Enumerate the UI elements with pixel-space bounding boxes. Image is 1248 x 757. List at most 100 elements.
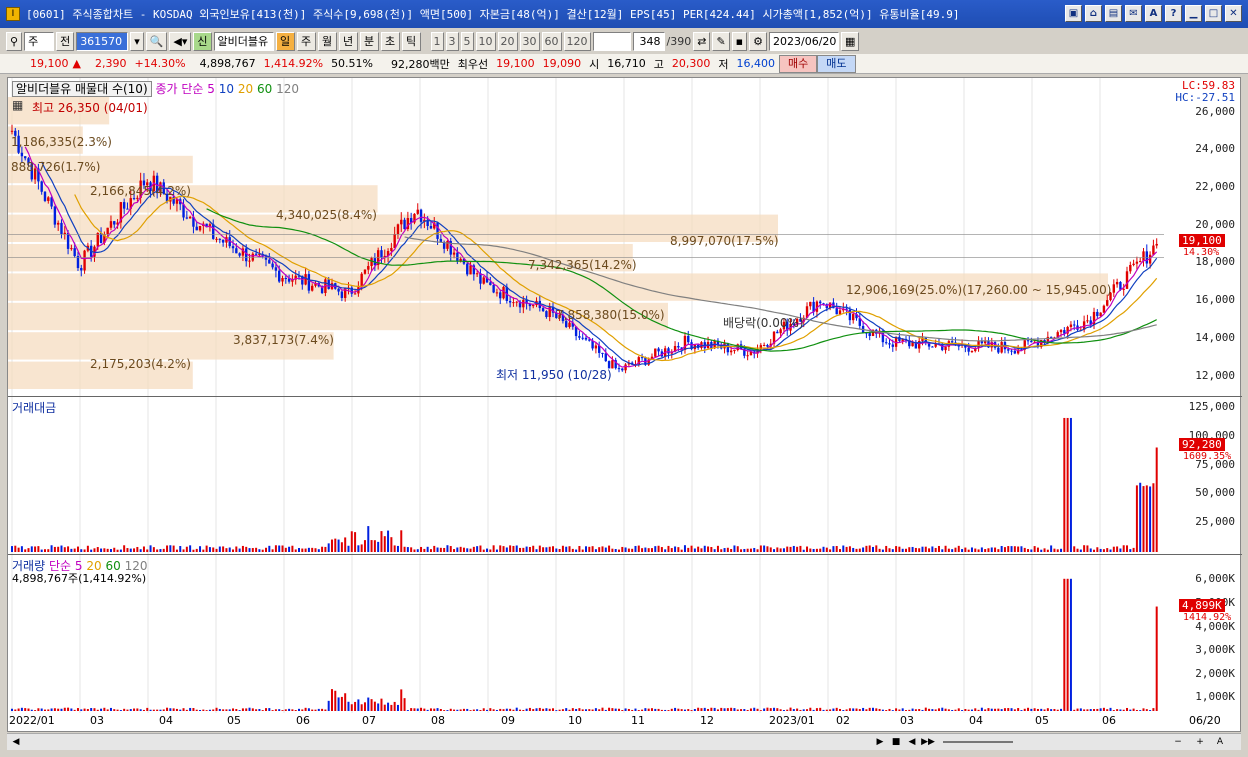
xtick: 06	[296, 714, 310, 727]
grid-icon[interactable]: ▦	[12, 98, 23, 112]
amount-bar	[822, 546, 825, 552]
candle-body	[512, 302, 515, 304]
home-icon[interactable]: ⌂	[1085, 5, 1102, 22]
period-minute[interactable]: 분	[359, 31, 379, 51]
zoom-out-icon[interactable]: −	[1171, 735, 1185, 749]
help-icon[interactable]: ?	[1165, 5, 1182, 22]
volume-bar	[799, 709, 802, 711]
pin-icon[interactable]: ⚲	[6, 31, 23, 51]
arrows-icon[interactable]: ⇄	[693, 31, 711, 51]
period-second[interactable]: 초	[380, 31, 400, 51]
scroll-left-icon[interactable]: ◀	[9, 735, 23, 749]
candle-body	[515, 301, 518, 303]
chart-canvas[interactable]	[8, 78, 1168, 731]
candle-body	[268, 259, 271, 264]
maximize-button[interactable]: □	[1205, 5, 1222, 22]
speaker-icon[interactable]: ◀▾	[169, 31, 192, 51]
zoom-in-icon[interactable]: +	[1193, 735, 1207, 749]
amount-bar	[93, 548, 96, 552]
save-icon[interactable]: ▪	[731, 31, 748, 51]
period-month[interactable]: 월	[317, 31, 337, 51]
amount-bar	[324, 546, 327, 552]
interval-10[interactable]: 10	[475, 31, 496, 51]
amount-bar	[1013, 546, 1016, 552]
volume-bar	[350, 704, 353, 711]
minimize-button[interactable]: ▁	[1185, 5, 1202, 22]
interval-60[interactable]: 60	[541, 31, 562, 51]
amount-bar	[53, 546, 56, 552]
amount-bar	[80, 549, 83, 552]
interval-20[interactable]: 20	[497, 31, 518, 51]
period-week[interactable]: 주	[296, 31, 316, 51]
candle-body	[1122, 288, 1125, 290]
volume-bar	[248, 707, 251, 711]
scroll-right-icon[interactable]: ▶	[873, 735, 887, 749]
count-input[interactable]: 348	[632, 31, 665, 51]
date-input[interactable]: 2023/06/20	[769, 31, 840, 51]
amount-bar	[944, 545, 947, 552]
amount-bar	[667, 545, 670, 552]
amount-bar	[1017, 546, 1020, 552]
period-tick[interactable]: 틱	[401, 31, 421, 51]
font-icon[interactable]: A	[1145, 5, 1162, 22]
legend-ma10: 10	[218, 82, 235, 96]
volume-bar	[964, 708, 967, 711]
chart-area[interactable]: 알비더블유 매물대 수(10) 종가 단순 5 10 20 60 120 ▦ 최…	[7, 77, 1242, 732]
zoom-slider[interactable]	[943, 741, 1013, 743]
amount-bar	[769, 547, 772, 552]
volume-bar	[796, 708, 799, 711]
interval-input[interactable]	[592, 31, 631, 51]
amount-bar	[175, 549, 178, 552]
period-year[interactable]: 년	[338, 31, 358, 51]
amount-bar	[1003, 547, 1006, 552]
volume-bar	[878, 708, 881, 711]
candle-body	[43, 191, 47, 201]
font-size-icon[interactable]: A	[1213, 735, 1227, 749]
calendar-icon[interactable]: ▦	[841, 31, 860, 51]
sell-button[interactable]: 매도	[817, 54, 856, 73]
rewind-icon[interactable]: ◀	[905, 735, 919, 749]
volume-bar	[918, 709, 921, 711]
volume-bar	[1053, 708, 1056, 711]
interval-3[interactable]: 3	[445, 31, 459, 51]
amount-bar	[908, 547, 911, 552]
close-button[interactable]: ✕	[1225, 5, 1242, 22]
amount-bar	[1007, 546, 1010, 552]
amount-bar	[581, 549, 584, 552]
volume-bar	[1145, 709, 1148, 711]
prev-button[interactable]: 전	[56, 31, 75, 51]
link-icon[interactable]: ▣	[1065, 5, 1082, 22]
interval-30[interactable]: 30	[519, 31, 540, 51]
fast-forward-icon[interactable]: ▶▶	[921, 735, 935, 749]
chart-scrollbar[interactable]: ◀ ▶ ■ ◀ ▶▶ − + A	[7, 733, 1241, 750]
buy-button[interactable]: 매수	[779, 54, 818, 73]
volume-bar	[947, 709, 950, 711]
xtick: 03	[90, 714, 104, 727]
amount-bar	[307, 547, 310, 552]
mail-icon[interactable]: ✉	[1125, 5, 1142, 22]
type-select[interactable]: 주	[24, 31, 55, 51]
interval-5[interactable]: 5	[460, 31, 474, 51]
volume-bar	[908, 709, 911, 711]
tools-icon[interactable]: ✎	[712, 31, 730, 51]
stock-code-input[interactable]: 361570	[76, 31, 129, 51]
volume-bar	[650, 708, 653, 711]
current-price-tag: 19,100	[1179, 234, 1225, 247]
period-day[interactable]: 일	[275, 31, 295, 51]
search-icon[interactable]: 🔍	[145, 31, 168, 51]
volume-bar	[525, 708, 528, 711]
print-icon[interactable]: ▤	[1105, 5, 1122, 22]
volume-bar	[271, 710, 274, 711]
volume-bar	[697, 707, 700, 711]
volume-bar	[426, 709, 429, 711]
volume-bar	[601, 707, 604, 711]
interval-1[interactable]: 1	[430, 31, 444, 51]
ytick: 12,000	[1195, 369, 1235, 382]
volume-bar	[268, 708, 271, 711]
xtick: 2023/01	[769, 714, 815, 727]
settings-icon[interactable]: ⚙	[749, 31, 768, 51]
volume-bar	[1040, 708, 1043, 711]
stop-icon[interactable]: ■	[889, 735, 903, 749]
interval-120[interactable]: 120	[563, 31, 591, 51]
code-dropdown-icon[interactable]: ▾	[130, 31, 144, 51]
